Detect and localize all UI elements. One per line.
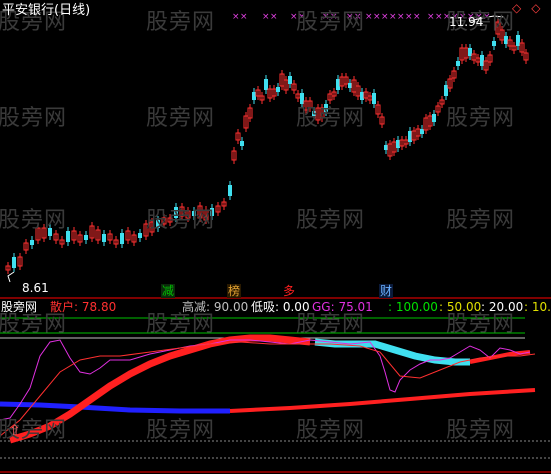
buy-arrow-icon: ⇧	[9, 423, 21, 439]
watermark: 股旁网	[296, 10, 366, 35]
chart-canvas[interactable]: × × × × × × × × × × × × × × × × × × × × × × × × ×	[0, 0, 551, 474]
watermark: 股旁网	[146, 418, 216, 443]
price-low-label: 8.61	[22, 281, 49, 295]
watermark: 股旁网	[146, 10, 216, 35]
indicator-level-10: : 10.00	[524, 300, 551, 314]
indicator-level-50: : 50.00	[439, 300, 482, 314]
candle-body	[240, 141, 244, 146]
candle-body	[504, 36, 508, 44]
candle-body	[288, 76, 292, 84]
candle-body	[468, 48, 472, 56]
marker-x: ×	[365, 12, 373, 22]
marker-x: ×	[240, 12, 248, 22]
marker-x: ×	[232, 12, 240, 22]
candle-body	[492, 41, 496, 46]
low-buy-line	[0, 401, 230, 414]
marker-x: ×	[270, 12, 278, 22]
watermark: 股旁网	[296, 208, 366, 233]
toolbar-diamond-icons[interactable]: ◇◇	[512, 2, 550, 14]
candle-body	[12, 257, 16, 268]
candle-body	[444, 85, 448, 96]
watermark: 股旁网	[296, 418, 366, 443]
candle-body	[408, 131, 412, 142]
marker-x: ×	[405, 12, 413, 22]
candle-body	[30, 240, 34, 245]
candle-body	[276, 87, 280, 92]
marker-x: ×	[435, 12, 443, 22]
watermark: 股旁网	[146, 208, 216, 233]
watermark: 股旁网	[296, 106, 366, 131]
signal-label-reduce: 减	[161, 284, 176, 298]
watermark: 股旁网	[0, 106, 68, 131]
marker-x: ×	[413, 12, 421, 22]
indicator-level-100: : 100.00	[388, 300, 438, 314]
candle-body	[120, 233, 124, 244]
watermark: 股旁网	[446, 418, 516, 443]
marker-x: ×	[427, 12, 435, 22]
signal-label-wealth: 财	[379, 284, 394, 298]
candle-body	[252, 92, 256, 100]
watermark: 股旁网	[146, 106, 216, 131]
candle-body	[84, 235, 88, 240]
candle-body	[384, 145, 388, 150]
candle-body	[138, 233, 142, 238]
chart-title: 平安银行(日线)	[2, 3, 91, 18]
marker-x: ×	[397, 12, 405, 22]
indicator-value-gg: GG: 75.01	[312, 300, 373, 314]
signal-label-many: 多	[283, 284, 296, 298]
indicator-value-retail: 散户: 78.80	[50, 300, 117, 314]
watermark: 股旁网	[446, 106, 516, 131]
signal-label-rank: 榜	[227, 284, 242, 298]
indicator-name: 股旁网	[1, 300, 38, 314]
candle-body	[420, 129, 424, 134]
marker-x: ×	[381, 12, 389, 22]
indicator-value-low-buy: 低吸: 0.00	[251, 300, 310, 314]
indicator-value-high-reduce: 高减: 90.00	[182, 300, 249, 314]
low-pointer-line	[7, 271, 15, 283]
indicator-header: 股旁网 散户: 78.80 高减: 90.00 低吸: 0.00 GG: 75.…	[0, 300, 551, 314]
chart-stage: × × × × × × × × × × × × × × × × × × × × × × × × × 股旁网 股旁网 股旁网 股旁…	[0, 0, 551, 474]
candle-body	[480, 55, 484, 66]
candle-body	[372, 93, 376, 104]
candle-body	[360, 92, 364, 100]
indicator-level-20: : 20.00	[481, 300, 524, 314]
candle-body	[264, 79, 268, 90]
marker-x: ×	[262, 12, 270, 22]
retail-long-line	[229, 388, 536, 413]
candle-body	[336, 79, 340, 90]
candle-body	[516, 35, 520, 46]
candle-body	[396, 140, 400, 148]
price-high-label: 11.94	[449, 15, 484, 29]
marker-x: ×	[373, 12, 381, 22]
watermark: 股旁网	[446, 208, 516, 233]
candle-body	[432, 114, 436, 122]
candle-body	[348, 83, 352, 88]
candle-body	[456, 61, 460, 66]
candle-body	[102, 234, 106, 242]
marker-x: ×	[389, 12, 397, 22]
watermark: 股旁网	[0, 208, 68, 233]
candle-body	[228, 185, 232, 196]
